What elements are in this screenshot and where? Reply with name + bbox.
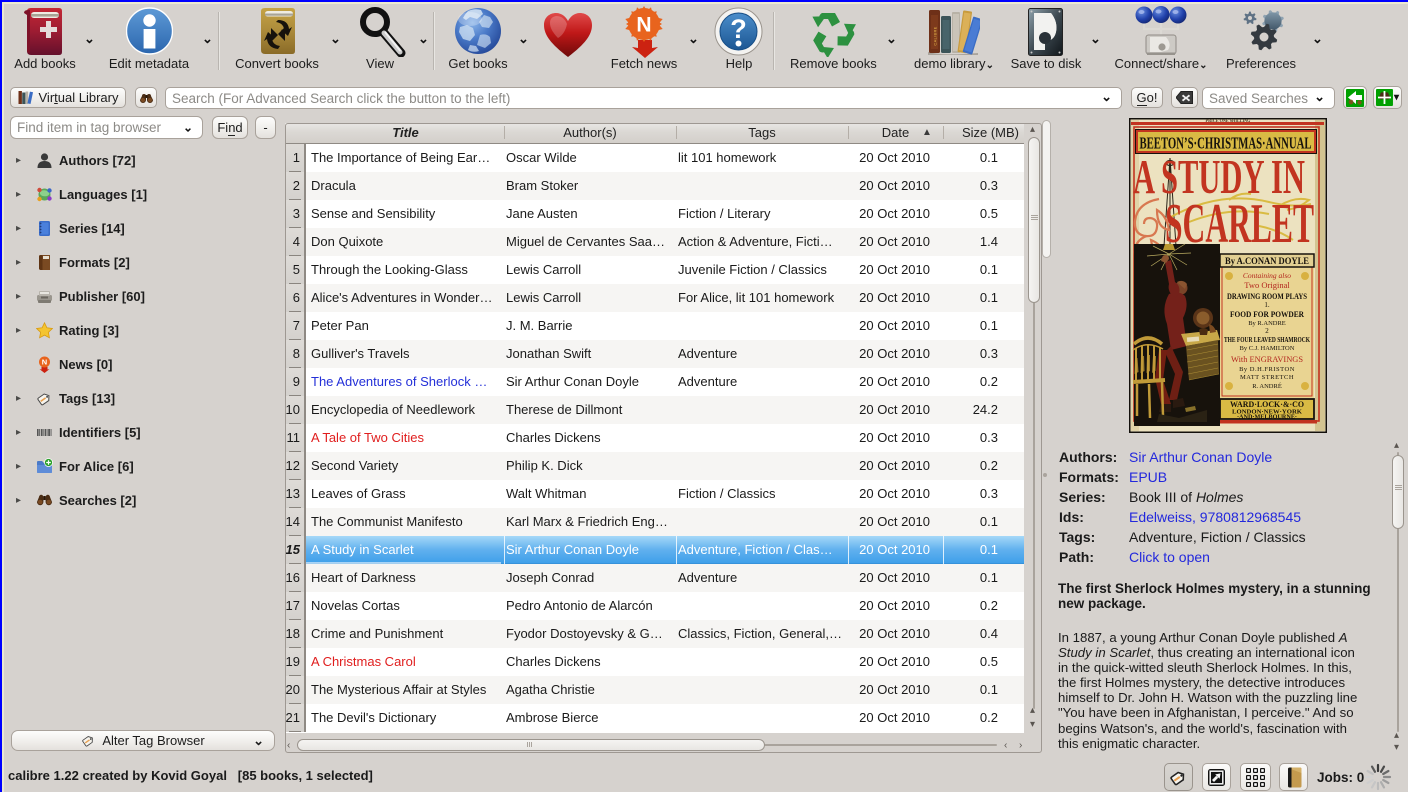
svg-text:2: 2 [1265,327,1269,335]
svg-text:R. ANDRÉ: R. ANDRÉ [1252,382,1282,390]
svg-text:N: N [42,357,47,366]
svg-text:THE FOUR LEAVED SHAMROCK: THE FOUR LEAVED SHAMROCK [1224,335,1310,344]
svg-text:With ENGRAVINGS: With ENGRAVINGS [1231,355,1303,364]
svg-text:Containing also: Containing also [1243,271,1291,280]
svg-text:1.: 1. [1264,301,1270,309]
svg-text:By C.J. HAMILTON: By C.J. HAMILTON [1240,345,1295,352]
svg-text:By R.ANDRE: By R.ANDRE [1248,320,1286,327]
svg-text:By A.CONAN DOYLE: By A.CONAN DOYLE [1225,256,1309,266]
svg-text:MATT STRETCH: MATT STRETCH [1240,374,1294,381]
svg-text:FOOD FOR POWDER: FOOD FOR POWDER [1230,309,1305,319]
svg-text:Two Original: Two Original [1244,280,1290,290]
svg-text:·AND·MELBOURNE·: ·AND·MELBOURNE· [1237,415,1297,421]
svg-text:WARD·LOCK·&·CO: WARD·LOCK·&·CO [1230,400,1304,409]
svg-text:By D.H.FRISTON: By D.H.FRISTON [1239,366,1295,373]
svg-text:DRAWING ROOM PLAYS: DRAWING ROOM PLAYS [1227,292,1307,301]
